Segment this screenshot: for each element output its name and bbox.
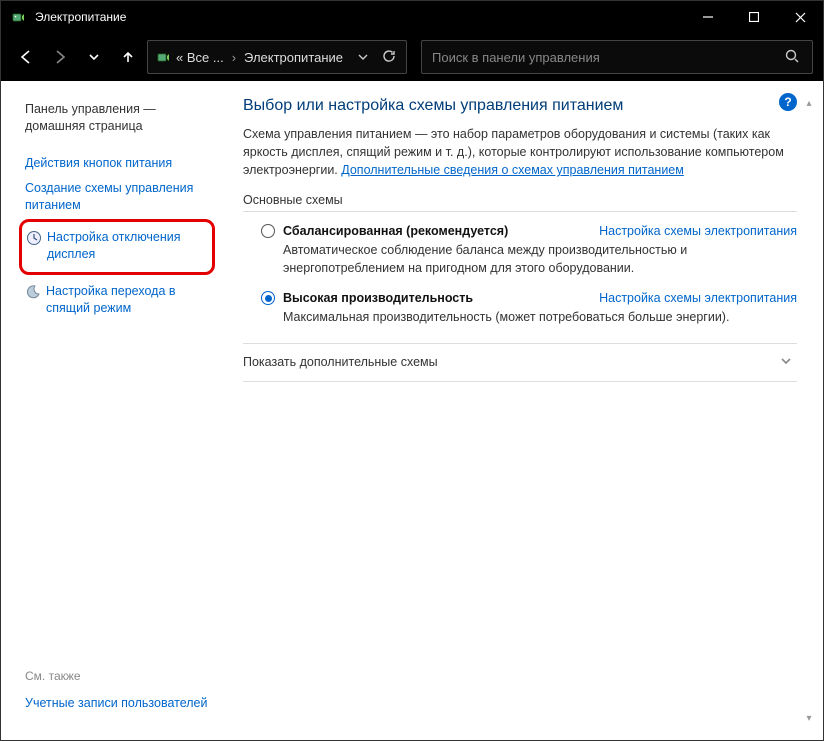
scroll-down-icon[interactable]: ▾ — [801, 710, 817, 726]
navigation-bar: « Все ... › Электропитание — [1, 33, 823, 81]
basic-plans-label: Основные схемы — [243, 193, 797, 207]
breadcrumb-segment-current[interactable]: Электропитание — [244, 50, 343, 65]
search-box[interactable] — [421, 40, 813, 74]
clock-icon — [26, 230, 42, 246]
plan-settings-link[interactable]: Настройка схемы электропитания — [599, 224, 797, 238]
address-dropdown[interactable] — [352, 50, 374, 65]
sidebar-link-sleep[interactable]: Настройка перехода в спящий режим — [25, 279, 215, 321]
description-link[interactable]: Дополнительные сведения о схемах управле… — [341, 163, 684, 177]
refresh-button[interactable] — [378, 49, 400, 66]
sidebar-link-display-off[interactable]: Настройка отключения дисплея — [26, 225, 206, 267]
address-bar[interactable]: « Все ... › Электропитание — [147, 40, 407, 74]
help-icon[interactable]: ? — [779, 93, 797, 111]
history-dropdown[interactable] — [79, 42, 109, 72]
sidebar-link-power-buttons[interactable]: Действия кнопок питания — [25, 151, 215, 176]
close-button[interactable] — [777, 1, 823, 33]
minimize-button[interactable] — [685, 1, 731, 33]
power-plan-high-performance: Высокая производительность Настройка схе… — [243, 289, 797, 339]
plan-description: Максимальная производительность (может п… — [283, 309, 797, 327]
sidebar: Панель управления — домашняя страница Де… — [25, 95, 215, 726]
power-options-icon — [9, 8, 27, 26]
search-icon[interactable] — [782, 49, 802, 66]
forward-button[interactable] — [45, 42, 75, 72]
show-additional-plans[interactable]: Показать дополнительные схемы — [243, 343, 797, 382]
plan-name[interactable]: Высокая производительность — [283, 291, 473, 305]
chevron-down-icon — [779, 354, 793, 371]
sidebar-item-label: Настройка отключения дисплея — [47, 229, 206, 263]
breadcrumb-segment-all[interactable]: « Все ... — [176, 50, 224, 65]
radio-high-performance[interactable] — [261, 291, 275, 305]
maximize-button[interactable] — [731, 1, 777, 33]
chevron-right-icon: › — [232, 50, 236, 65]
see-also-label: См. также — [25, 669, 215, 683]
separator — [243, 211, 797, 212]
up-button[interactable] — [113, 42, 143, 72]
plan-settings-link[interactable]: Настройка схемы электропитания — [599, 291, 797, 305]
toggle-label: Показать дополнительные схемы — [243, 355, 438, 369]
sidebar-link-create-plan[interactable]: Создание схемы управления питанием — [25, 176, 215, 218]
scroll-up-icon[interactable]: ▴ — [801, 95, 817, 111]
plan-description: Автоматическое соблюдение баланса между … — [283, 242, 797, 277]
vertical-scrollbar[interactable]: ▴ ▾ — [801, 95, 817, 726]
page-description: Схема управления питанием — это набор па… — [243, 125, 797, 179]
titlebar: Электропитание — [1, 1, 823, 33]
sidebar-home-link[interactable]: Панель управления — домашняя страница — [25, 97, 215, 139]
radio-balanced[interactable] — [261, 224, 275, 238]
sidebar-link-user-accounts[interactable]: Учетные записи пользователей — [25, 691, 215, 716]
window-title: Электропитание — [35, 10, 685, 24]
back-button[interactable] — [11, 42, 41, 72]
highlighted-callout: Настройка отключения дисплея — [19, 219, 215, 275]
search-input[interactable] — [432, 50, 782, 65]
power-options-icon — [154, 48, 172, 66]
sidebar-item-label: Настройка перехода в спящий режим — [46, 283, 215, 317]
content-area: ? Панель управления — домашняя страница … — [1, 81, 823, 740]
plan-name[interactable]: Сбалансированная (рекомендуется) — [283, 224, 508, 238]
power-plan-balanced: Сбалансированная (рекомендуется) Настрой… — [243, 222, 797, 289]
main-panel: Выбор или настройка схемы управления пит… — [215, 95, 801, 726]
moon-icon — [25, 284, 41, 300]
page-title: Выбор или настройка схемы управления пит… — [243, 97, 797, 115]
